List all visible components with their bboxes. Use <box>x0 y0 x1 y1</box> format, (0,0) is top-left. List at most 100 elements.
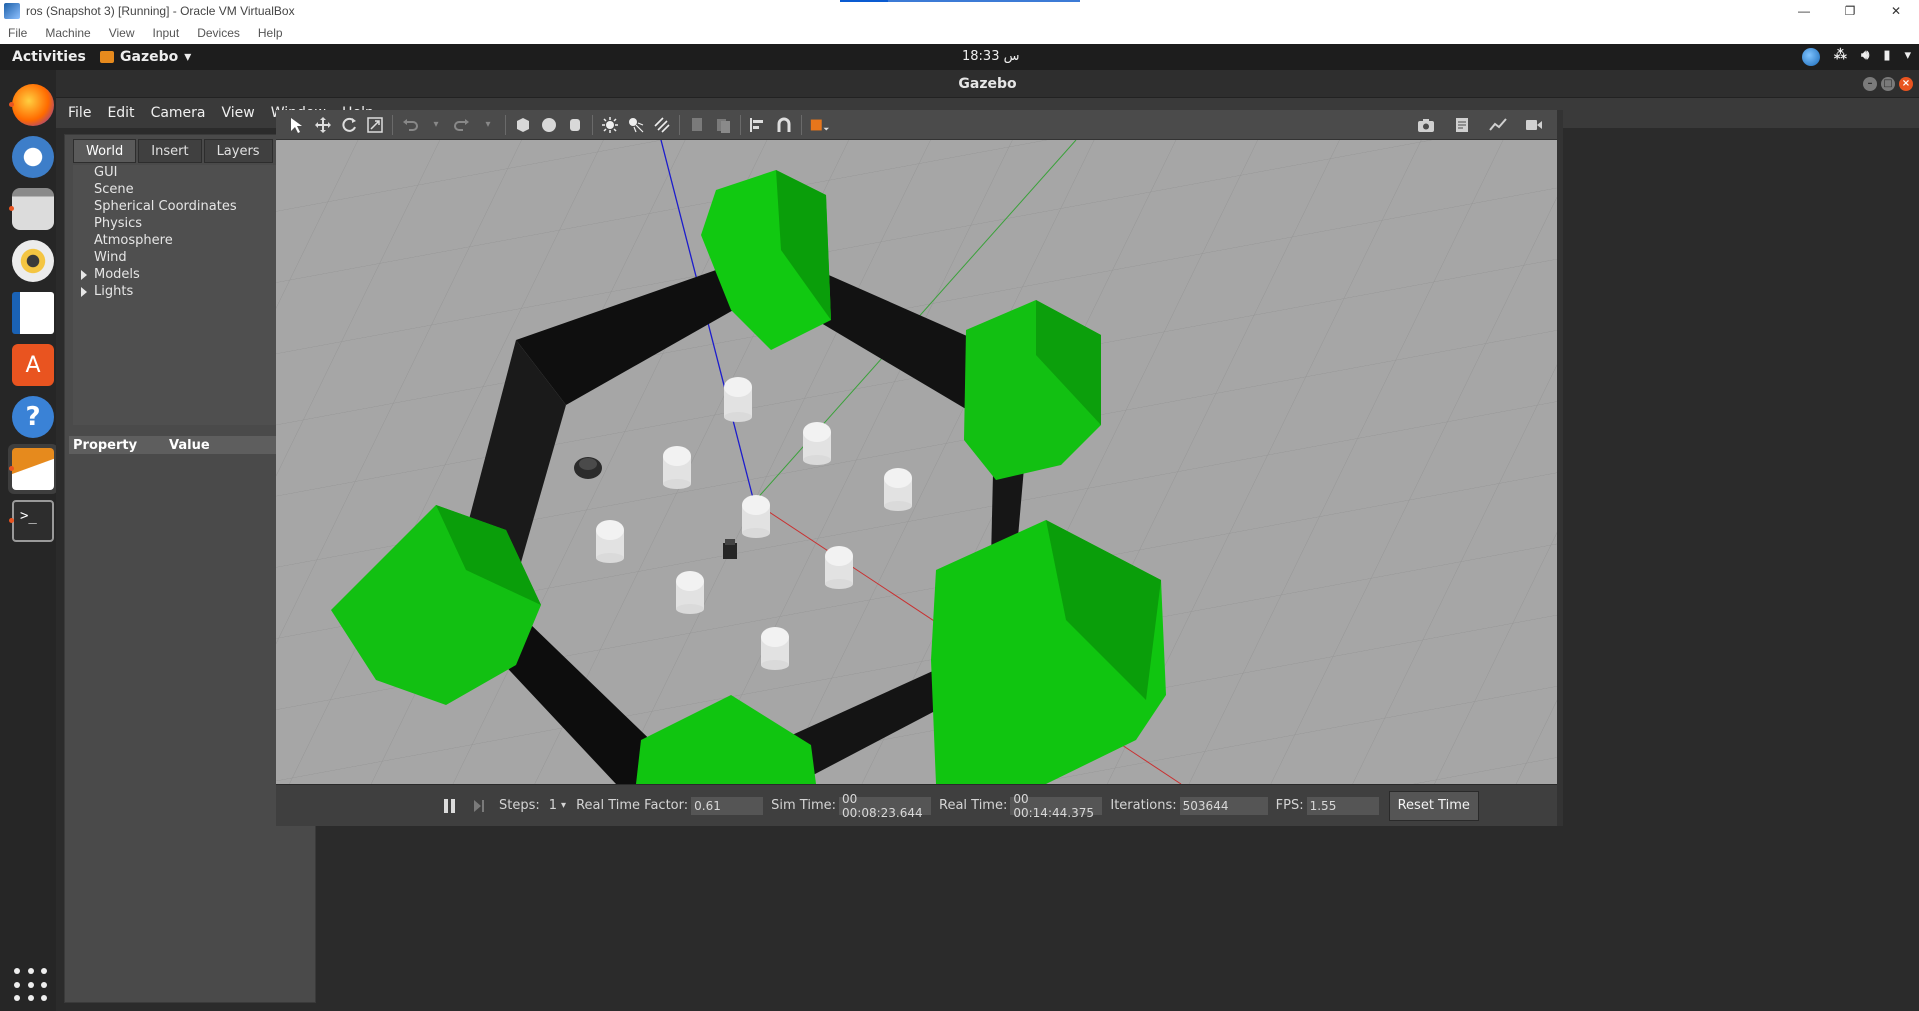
dock-rhythmbox[interactable] <box>8 236 58 286</box>
host-menu-devices[interactable]: Devices <box>197 26 240 40</box>
scene-toolbar: ▾ ▾ <box>276 110 1557 140</box>
menu-file[interactable]: File <box>68 105 91 121</box>
view-angle-button[interactable] <box>809 115 829 135</box>
menu-camera[interactable]: Camera <box>151 105 206 121</box>
host-menu-machine[interactable]: Machine <box>45 26 90 40</box>
paste-button[interactable] <box>713 115 733 135</box>
cylinder <box>742 495 770 538</box>
running-indicator <box>9 206 14 211</box>
clock[interactable]: 18:33 س <box>962 49 1019 64</box>
spot-light-button[interactable] <box>626 115 646 135</box>
redo-button[interactable] <box>452 115 472 135</box>
steps-chevron-icon[interactable]: ▾ <box>561 800 566 811</box>
activities-button[interactable]: Activities <box>12 49 86 65</box>
update-icon[interactable] <box>1801 48 1820 66</box>
accent-line-highlight <box>840 0 888 2</box>
tab-insert[interactable]: Insert <box>138 139 202 163</box>
close-button[interactable]: ✕ <box>1873 0 1919 22</box>
host-menu-file[interactable]: File <box>8 26 27 40</box>
tree-item-gui[interactable]: GUI <box>73 165 309 182</box>
dock-terminal[interactable]: >_ <box>8 496 58 546</box>
robot-model <box>723 539 737 559</box>
ubuntu-topbar: Activities Gazebo ▾ 18:33 س ⁂ 🔊︎ ▮ ▾ <box>0 44 1919 70</box>
minimize-button[interactable]: — <box>1781 0 1827 22</box>
gazebo-mini-icon <box>100 51 114 63</box>
cylinder <box>761 627 789 670</box>
show-applications-button[interactable] <box>14 968 50 1004</box>
host-menubar: File Machine View Input Devices Help <box>0 22 1919 44</box>
tree-item-physics[interactable]: Physics <box>73 216 309 233</box>
reset-time-button[interactable]: Reset Time <box>1388 790 1479 821</box>
tree-item-scene[interactable]: Scene <box>73 182 309 199</box>
expand-arrow-icon[interactable] <box>81 287 87 297</box>
right-panel-handle[interactable] <box>1557 110 1563 826</box>
tree-item-models-label: Models <box>94 267 140 282</box>
dock-help[interactable]: ? <box>8 392 58 442</box>
select-mode-button[interactable] <box>287 115 307 135</box>
system-tray[interactable]: ⁂ 🔊︎ ▮ ▾ <box>1801 48 1911 66</box>
iterations-label: Iterations: <box>1110 798 1177 813</box>
cylinder-shape-button[interactable] <box>565 115 585 135</box>
host-menu-input[interactable]: Input <box>153 26 180 40</box>
sphere-shape-button[interactable] <box>539 115 559 135</box>
restore-button[interactable]: ❐ <box>1827 0 1873 22</box>
tab-world[interactable]: World <box>73 139 137 163</box>
fps-field: 1.55 <box>1306 796 1379 815</box>
battery-icon[interactable]: ▮ <box>1883 48 1890 66</box>
step-button[interactable] <box>473 799 485 813</box>
chevron-down-icon[interactable]: ▾ <box>1904 48 1911 66</box>
menu-edit[interactable]: Edit <box>107 105 134 121</box>
gazebo-title: Gazebo <box>958 75 1017 92</box>
tree-item-atmosphere[interactable]: Atmosphere <box>73 233 309 250</box>
dock-gazebo[interactable] <box>8 444 58 494</box>
dock-thunderbird[interactable] <box>8 132 58 182</box>
gazebo-minimize-button[interactable]: – <box>1863 77 1877 91</box>
tree-item-spherical-coordinates[interactable]: Spherical Coordinates <box>73 199 309 216</box>
tab-layers[interactable]: Layers <box>203 139 273 163</box>
volume-icon[interactable]: 🔊︎ <box>1861 48 1869 66</box>
plot-icon[interactable] <box>1488 115 1508 135</box>
host-menu-help[interactable]: Help <box>258 26 283 40</box>
directional-light-button[interactable] <box>652 115 672 135</box>
real-time-label: Real Time: <box>939 798 1008 813</box>
point-light-button[interactable] <box>600 115 620 135</box>
fps-label: FPS: <box>1275 798 1304 813</box>
undo-button[interactable] <box>400 115 420 135</box>
dock-software[interactable]: A <box>8 340 58 390</box>
chevron-down-icon: ▾ <box>184 49 192 65</box>
copy-button[interactable] <box>687 115 707 135</box>
tree-item-lights[interactable]: Lights <box>73 284 309 301</box>
translate-mode-button[interactable] <box>313 115 333 135</box>
scale-mode-button[interactable] <box>365 115 385 135</box>
menu-view[interactable]: View <box>222 105 255 121</box>
dock-writer[interactable] <box>8 288 58 338</box>
dock-firefox[interactable] <box>8 80 58 130</box>
steps-spinbox[interactable]: 1 <box>549 798 557 813</box>
simulation-status-bar: Steps: 1 ▾ Real Time Factor: 0.61 Sim Ti… <box>276 784 1557 826</box>
rotate-mode-button[interactable] <box>339 115 359 135</box>
network-icon[interactable]: ⁂ <box>1834 48 1847 66</box>
running-indicator <box>9 466 14 471</box>
snap-button[interactable] <box>774 115 794 135</box>
expand-arrow-icon[interactable] <box>81 270 87 280</box>
video-record-icon[interactable] <box>1524 115 1544 135</box>
files-icon <box>12 188 54 230</box>
align-button[interactable] <box>748 115 768 135</box>
log-icon[interactable] <box>1452 115 1472 135</box>
firefox-icon <box>12 84 54 126</box>
undo-history-chevron-icon[interactable]: ▾ <box>426 115 446 135</box>
gazebo-window-controls: – □ × <box>1863 77 1913 91</box>
panel-tabs: World Insert Layers <box>73 139 273 163</box>
gazebo-maximize-button[interactable]: □ <box>1881 77 1895 91</box>
tree-item-models[interactable]: Models <box>73 267 309 284</box>
tree-item-wind[interactable]: Wind <box>73 250 309 267</box>
pause-button[interactable] <box>444 798 455 813</box>
box-shape-button[interactable] <box>513 115 533 135</box>
3d-viewport[interactable] <box>276 140 1557 784</box>
app-menu[interactable]: Gazebo ▾ <box>100 49 191 65</box>
host-menu-view[interactable]: View <box>109 26 135 40</box>
redo-history-chevron-icon[interactable]: ▾ <box>478 115 498 135</box>
gazebo-close-button[interactable]: × <box>1899 77 1913 91</box>
screenshot-icon[interactable] <box>1416 115 1436 135</box>
dock-files[interactable] <box>8 184 58 234</box>
